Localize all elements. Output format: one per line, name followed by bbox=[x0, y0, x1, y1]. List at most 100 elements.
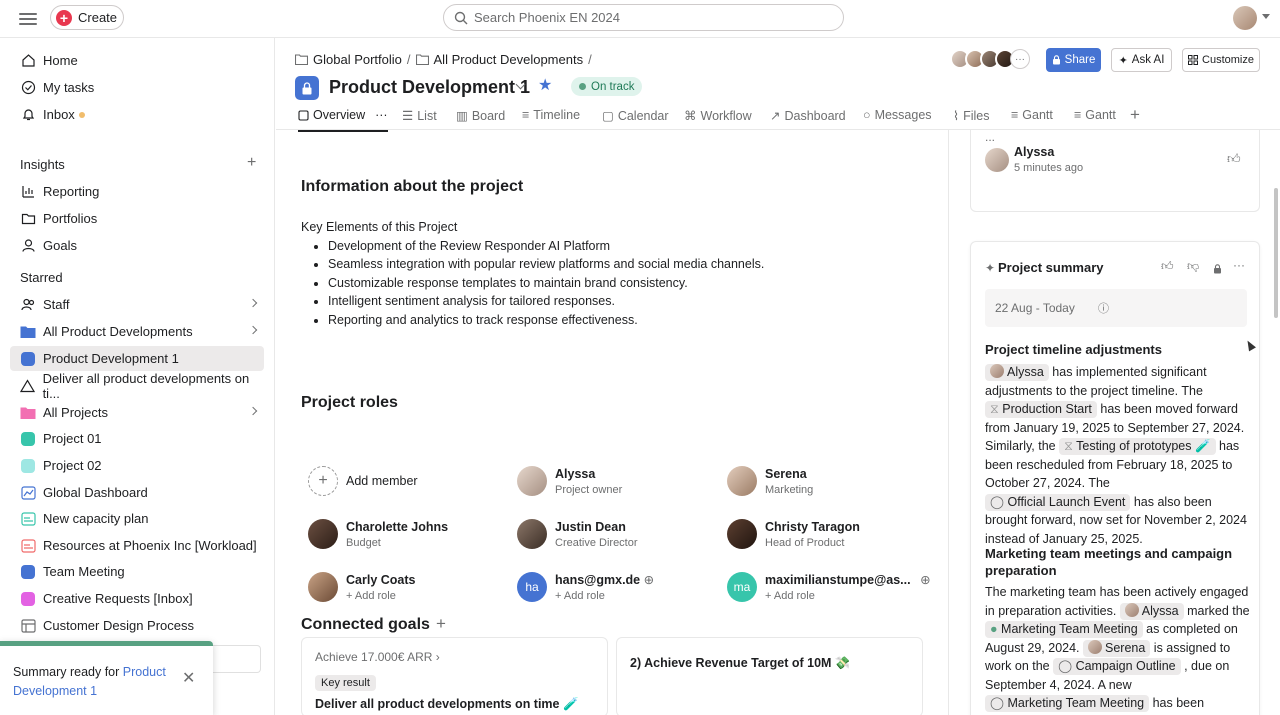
status-dot bbox=[579, 83, 586, 90]
plus-icon: + bbox=[56, 9, 72, 26]
sparkle-icon: ✦ bbox=[1118, 54, 1128, 67]
sidebar-item-project-02[interactable]: Project 02 bbox=[10, 453, 264, 478]
tab-files[interactable]: ⌇ Files bbox=[953, 108, 990, 124]
chevron-right-icon[interactable] bbox=[248, 298, 258, 308]
sidebar-item-creative-requests[interactable]: Creative Requests [Inbox] bbox=[10, 586, 264, 611]
person-icon bbox=[20, 238, 36, 254]
task-chip[interactable]: ◯ Campaign Outline bbox=[1053, 658, 1181, 675]
tab-gantt-2[interactable]: ≡ Gantt bbox=[1074, 108, 1116, 122]
sidebar-item-staff[interactable]: Staff bbox=[10, 292, 264, 317]
info-icon: ⓘ bbox=[1098, 303, 1109, 315]
sidebar-item-deliver-goal[interactable]: Deliver all product developments on ti..… bbox=[10, 371, 264, 401]
breadcrumb-global-portfolio[interactable]: Global Portfolio bbox=[313, 52, 402, 67]
search-input[interactable]: Search Phoenix EN 2024 bbox=[443, 4, 844, 31]
task-chip[interactable]: ◯ Official Launch Event bbox=[985, 493, 1131, 511]
add-goal-button[interactable]: + bbox=[436, 614, 446, 634]
tab-gantt-1[interactable]: ≡ Gantt bbox=[1011, 108, 1053, 122]
sidebar-item-new-capacity-plan[interactable]: New capacity plan bbox=[10, 506, 264, 531]
lock-icon bbox=[302, 81, 312, 94]
dashboard-icon bbox=[20, 485, 36, 501]
tab-workflow[interactable]: ⌘ Workflow bbox=[684, 108, 752, 124]
page-title[interactable]: Product Development 1 bbox=[329, 77, 530, 98]
chevron-right-icon[interactable] bbox=[248, 325, 258, 335]
sidebar-item-all-projects[interactable]: All Projects bbox=[10, 400, 264, 425]
chevron-down-icon[interactable] bbox=[1262, 14, 1270, 19]
thumbs-down-icon[interactable]: 👎︎ bbox=[1187, 259, 1199, 274]
role-hans[interactable]: ha hans@gmx.de ⊕ + Add role bbox=[517, 572, 654, 602]
avatar bbox=[727, 519, 757, 549]
sidebar-item-resources-workload[interactable]: Resources at Phoenix Inc [Workload] bbox=[10, 533, 264, 558]
ask-ai-button[interactable]: ✦ Ask AI bbox=[1111, 48, 1172, 72]
sidebar-item-product-development-1[interactable]: Product Development 1 bbox=[10, 346, 264, 371]
sidebar-item-team-meeting[interactable]: Team Meeting bbox=[10, 559, 264, 584]
thumbs-up-icon[interactable]: 👍︎ bbox=[1161, 259, 1174, 274]
sidebar-item-my-tasks[interactable]: My tasks bbox=[10, 75, 264, 100]
share-button[interactable]: Share bbox=[1046, 48, 1101, 72]
add-insight-button[interactable]: + bbox=[247, 154, 256, 172]
tab-bar: Overview ··· ☰ List ▥ Board ≡ Timeline ▢ Cale… bbox=[276, 104, 1280, 132]
more-members-icon[interactable]: ··· bbox=[1010, 49, 1030, 69]
member-avatars[interactable]: ··· bbox=[950, 49, 1030, 69]
status-badge[interactable]: On track bbox=[571, 77, 643, 96]
sidebar-item-customer-design-process[interactable]: Customer Design Process bbox=[10, 613, 264, 638]
goal-card-2[interactable]: 2) Achieve Revenue Target of 10M 💸 bbox=[616, 637, 923, 715]
chevron-right-icon[interactable] bbox=[248, 406, 258, 416]
summary-section-timeline: Alyssa has implemented significant adjus… bbox=[985, 364, 1247, 546]
tab-messages[interactable]: ○ Messages bbox=[863, 108, 932, 122]
role-alyssa[interactable]: Alyssa Project owner bbox=[517, 466, 622, 496]
menu-icon[interactable] bbox=[19, 10, 37, 26]
starred-header: Starred bbox=[20, 270, 63, 285]
user-chip[interactable]: Serena bbox=[1083, 639, 1151, 657]
user-chip[interactable]: Alyssa bbox=[985, 364, 1049, 381]
role-serena[interactable]: Serena Marketing bbox=[727, 466, 813, 496]
tab-board[interactable]: ▥ Board bbox=[456, 108, 505, 124]
task-chip[interactable]: ◯ Marketing Team Meeting bbox=[985, 695, 1150, 712]
sidebar-item-goals[interactable]: Goals bbox=[10, 233, 264, 258]
tab-list[interactable]: ☰ List bbox=[402, 108, 437, 124]
avatar bbox=[990, 364, 1004, 378]
breadcrumb-all-product-developments[interactable]: All Product Developments bbox=[434, 52, 584, 67]
role-christy-taragon[interactable]: Christy Taragon Head of Product bbox=[727, 519, 860, 549]
sidebar-item-all-product-developments[interactable]: All Product Developments bbox=[10, 319, 264, 344]
role-justin-dean[interactable]: Justin Dean Creative Director bbox=[517, 519, 638, 549]
more-icon[interactable]: ··· bbox=[1233, 258, 1245, 272]
tab-timeline[interactable]: ≡ Timeline bbox=[522, 108, 580, 122]
role-carly-coats[interactable]: Carly Coats + Add role bbox=[308, 572, 415, 602]
goal-card-1[interactable]: Achieve 17.000€ ARR › Key result Deliver… bbox=[301, 637, 608, 715]
project-description[interactable]: Key Elements of this Project Development… bbox=[301, 218, 764, 329]
tab-dashboard[interactable]: ↗ Dashboard bbox=[770, 108, 846, 124]
sidebar-item-home[interactable]: Home bbox=[10, 48, 264, 73]
date-range[interactable]: 22 Aug - Today ⓘ bbox=[985, 289, 1247, 327]
tab-overview[interactable]: Overview ··· bbox=[298, 108, 388, 132]
star-icon[interactable]: ★ bbox=[538, 75, 552, 95]
insights-header: Insights bbox=[20, 157, 65, 172]
close-icon[interactable]: ✕ bbox=[182, 668, 195, 688]
customize-button[interactable]: Customize bbox=[1182, 48, 1260, 72]
add-tab-button[interactable]: + bbox=[1130, 105, 1140, 125]
role-charolette-johns[interactable]: Charolette Johns Budget bbox=[308, 519, 448, 549]
project-icon[interactable] bbox=[295, 76, 319, 100]
sidebar-item-global-dashboard[interactable]: Global Dashboard bbox=[10, 480, 264, 505]
add-member-button[interactable]: + Add member bbox=[308, 466, 418, 496]
sparkle-icon: ✦ bbox=[985, 261, 996, 275]
sidebar-item-portfolios[interactable]: Portfolios bbox=[10, 206, 264, 231]
task-chip[interactable]: ⧖ Production Start bbox=[985, 401, 1097, 418]
thumbs-up-icon[interactable]: 👍︎ bbox=[1227, 151, 1241, 167]
avatar[interactable] bbox=[1233, 6, 1257, 30]
user-chip[interactable]: Alyssa bbox=[1119, 602, 1184, 620]
tab-calendar[interactable]: ▢ Calendar bbox=[602, 108, 669, 124]
create-button[interactable]: + Create bbox=[50, 5, 124, 30]
role-maximilian[interactable]: ma maximilianstumpe@as... ⊕ + Add role bbox=[727, 572, 931, 602]
hidden-sidebar-button[interactable] bbox=[213, 645, 261, 673]
task-chip[interactable]: ● Marketing Team Meeting bbox=[985, 621, 1143, 638]
tab-more-icon[interactable]: ··· bbox=[375, 108, 388, 122]
sidebar-item-reporting[interactable]: Reporting bbox=[10, 179, 264, 204]
sidebar-item-inbox[interactable]: Inbox bbox=[10, 102, 264, 127]
task-chip[interactable]: ⧖ Testing of prototypes 🧪 bbox=[1059, 438, 1216, 455]
goals-title: Connected goals bbox=[301, 616, 430, 633]
key-elements-list: Development of the Review Responder AI P… bbox=[328, 237, 764, 330]
sidebar-item-project-01[interactable]: Project 01 bbox=[10, 426, 264, 451]
scrollbar[interactable] bbox=[1274, 188, 1278, 318]
lock-icon[interactable] bbox=[1213, 262, 1222, 277]
triangle-icon bbox=[20, 378, 36, 394]
